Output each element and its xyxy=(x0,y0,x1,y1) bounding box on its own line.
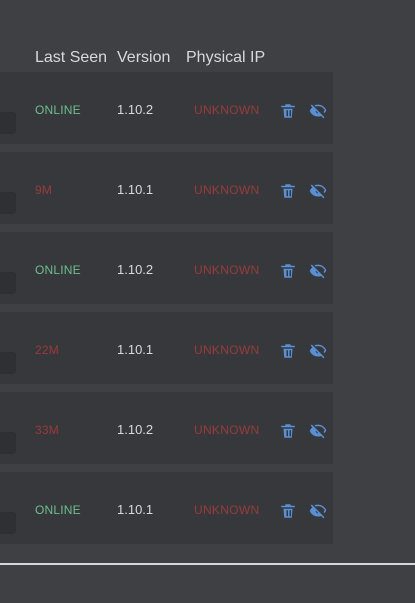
trash-icon[interactable] xyxy=(279,102,297,120)
devices-view: Last Seen Version Physical IP ONLINE 1.1… xyxy=(0,0,415,603)
row-select-checkbox[interactable] xyxy=(0,272,16,294)
table-row: 22M 1.10.1 UNKNOWN xyxy=(0,312,333,392)
trash-icon[interactable] xyxy=(279,342,297,360)
row-select-checkbox[interactable] xyxy=(0,432,16,454)
last-seen-cell: ONLINE xyxy=(35,503,81,517)
eye-off-icon[interactable] xyxy=(309,182,327,200)
column-header-last-seen[interactable]: Last Seen xyxy=(35,48,107,68)
physical-ip-cell: UNKNOWN xyxy=(194,103,260,117)
trash-icon[interactable] xyxy=(279,502,297,520)
table-row: 9M 1.10.1 UNKNOWN xyxy=(0,152,333,232)
devices-table: Last Seen Version Physical IP ONLINE 1.1… xyxy=(0,0,333,552)
version-cell: 1.10.1 xyxy=(117,342,154,357)
version-cell: 1.10.2 xyxy=(117,262,154,277)
trash-icon[interactable] xyxy=(279,262,297,280)
last-seen-cell: 22M xyxy=(35,343,59,357)
physical-ip-cell: UNKNOWN xyxy=(194,263,260,277)
row-select-checkbox[interactable] xyxy=(0,112,16,134)
version-cell: 1.10.1 xyxy=(117,502,154,517)
row-select-checkbox[interactable] xyxy=(0,192,16,214)
physical-ip-cell: UNKNOWN xyxy=(194,343,260,357)
trash-icon[interactable] xyxy=(279,182,297,200)
eye-off-icon[interactable] xyxy=(309,422,327,440)
eye-off-icon[interactable] xyxy=(309,342,327,360)
last-seen-cell: 9M xyxy=(35,183,53,197)
column-header-physical-ip[interactable]: Physical IP xyxy=(186,48,265,68)
last-seen-cell: 33M xyxy=(35,423,59,437)
row-select-checkbox[interactable] xyxy=(0,352,16,374)
column-header-version[interactable]: Version xyxy=(117,48,170,68)
physical-ip-cell: UNKNOWN xyxy=(194,183,260,197)
table-row: ONLINE 1.10.1 UNKNOWN xyxy=(0,472,333,552)
version-cell: 1.10.2 xyxy=(117,422,154,437)
physical-ip-cell: UNKNOWN xyxy=(194,423,260,437)
table-header: Last Seen Version Physical IP xyxy=(0,0,333,72)
table-row: ONLINE 1.10.2 UNKNOWN xyxy=(0,232,333,312)
eye-off-icon[interactable] xyxy=(309,102,327,120)
trash-icon[interactable] xyxy=(279,422,297,440)
section-divider xyxy=(0,563,415,565)
table-row: ONLINE 1.10.2 UNKNOWN xyxy=(0,72,333,152)
last-seen-cell: ONLINE xyxy=(35,263,81,277)
version-cell: 1.10.1 xyxy=(117,182,154,197)
row-select-checkbox[interactable] xyxy=(0,512,16,534)
eye-off-icon[interactable] xyxy=(309,262,327,280)
physical-ip-cell: UNKNOWN xyxy=(194,503,260,517)
eye-off-icon[interactable] xyxy=(309,502,327,520)
version-cell: 1.10.2 xyxy=(117,102,154,117)
table-row: 33M 1.10.2 UNKNOWN xyxy=(0,392,333,472)
last-seen-cell: ONLINE xyxy=(35,103,81,117)
